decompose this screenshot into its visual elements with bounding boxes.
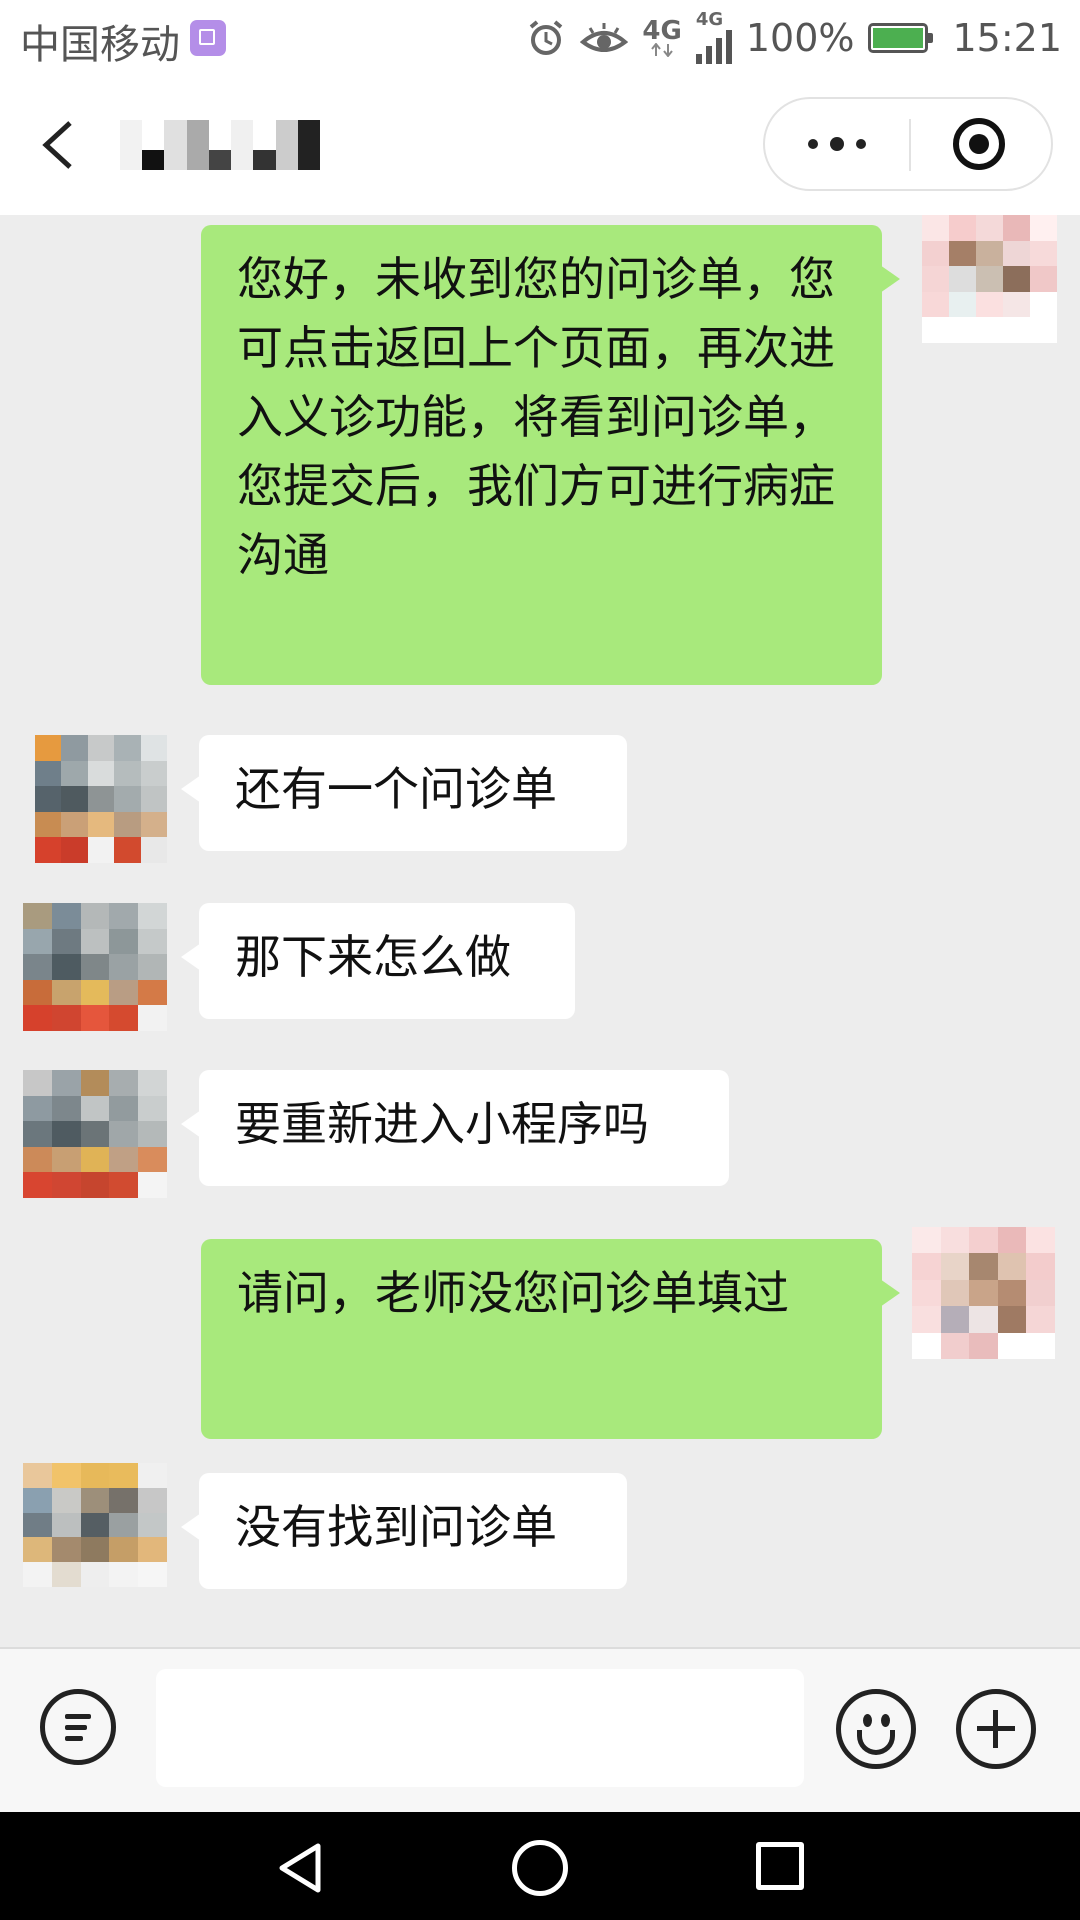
message-bubble-outgoing[interactable]: 您好，未收到您的问诊单，您可点击返回上个页面，再次进入义诊功能，将看到问诊单，您…: [201, 225, 900, 685]
signal-indicator: 4G: [695, 9, 732, 64]
status-icons: 4G 4G 100% 15:21: [526, 9, 1062, 64]
signal-icon: [695, 28, 732, 64]
message-bubble-incoming[interactable]: 要重新进入小程序吗: [181, 1070, 729, 1186]
avatar[interactable]: [23, 1070, 167, 1198]
network-label-2: 4G: [695, 9, 724, 30]
home-circle-icon[interactable]: [512, 1840, 568, 1896]
battery-percent: 100%: [745, 16, 855, 60]
message-bubble-incoming[interactable]: 还有一个问诊单: [181, 735, 627, 851]
message-bubble-incoming[interactable]: 没有找到问诊单: [181, 1473, 627, 1589]
network-indicator: 4G: [642, 16, 682, 57]
message-bubble-outgoing[interactable]: 请问，老师没您问诊单填过: [201, 1239, 900, 1439]
clock: 15:21: [952, 16, 1062, 60]
message-text: 没有找到问诊单: [235, 1500, 557, 1554]
more-dots-icon[interactable]: [765, 99, 909, 189]
target-circle-icon: [953, 118, 1005, 170]
system-navigation-bar: [0, 1812, 1080, 1920]
message-text: 您好，未收到您的问诊单，您可点击返回上个页面，再次进入义诊功能，将看到问诊单，您…: [237, 252, 835, 582]
back-triangle-icon[interactable]: [272, 1840, 328, 1896]
chat-title-pixelated: [120, 120, 320, 170]
message-text: 那下来怎么做: [235, 930, 511, 984]
chat-message-list[interactable]: 您好，未收到您的问诊单，您可点击返回上个页面，再次进入义诊功能，将看到问诊单，您…: [0, 215, 1080, 1647]
title-bar: [0, 75, 1080, 215]
plus-icon[interactable]: [956, 1689, 1036, 1769]
message-bubble-incoming[interactable]: 那下来怎么做: [181, 903, 575, 1019]
message-text: 还有一个问诊单: [235, 762, 557, 816]
chat-input-bar: [0, 1647, 1080, 1812]
avatar[interactable]: [23, 903, 167, 1031]
battery-icon: [868, 23, 934, 53]
avatar[interactable]: [23, 1463, 167, 1587]
close-program-button[interactable]: [907, 99, 1051, 189]
avatar[interactable]: [912, 1227, 1055, 1359]
network-label: 4G: [642, 16, 682, 46]
status-bar: 中国移动 4G 4G 100% 15:21: [0, 0, 1080, 75]
alarm-icon: [530, 20, 563, 55]
sim-app-icon: [190, 20, 226, 56]
voice-input-icon[interactable]: [40, 1689, 116, 1765]
message-input[interactable]: [156, 1669, 804, 1787]
message-text: 要重新进入小程序吗: [235, 1097, 649, 1151]
recent-square-icon[interactable]: [756, 1842, 804, 1890]
eye-icon: [580, 23, 629, 52]
carrier-name: 中国移动: [20, 22, 180, 68]
chevron-left-icon[interactable]: [30, 115, 90, 175]
emoji-icon[interactable]: [836, 1689, 916, 1769]
data-arrows-icon: [651, 43, 673, 57]
avatar[interactable]: [922, 215, 1057, 343]
message-text: 请问，老师没您问诊单填过: [237, 1266, 789, 1320]
avatar[interactable]: [35, 735, 167, 863]
mini-program-capsule: [763, 97, 1053, 191]
